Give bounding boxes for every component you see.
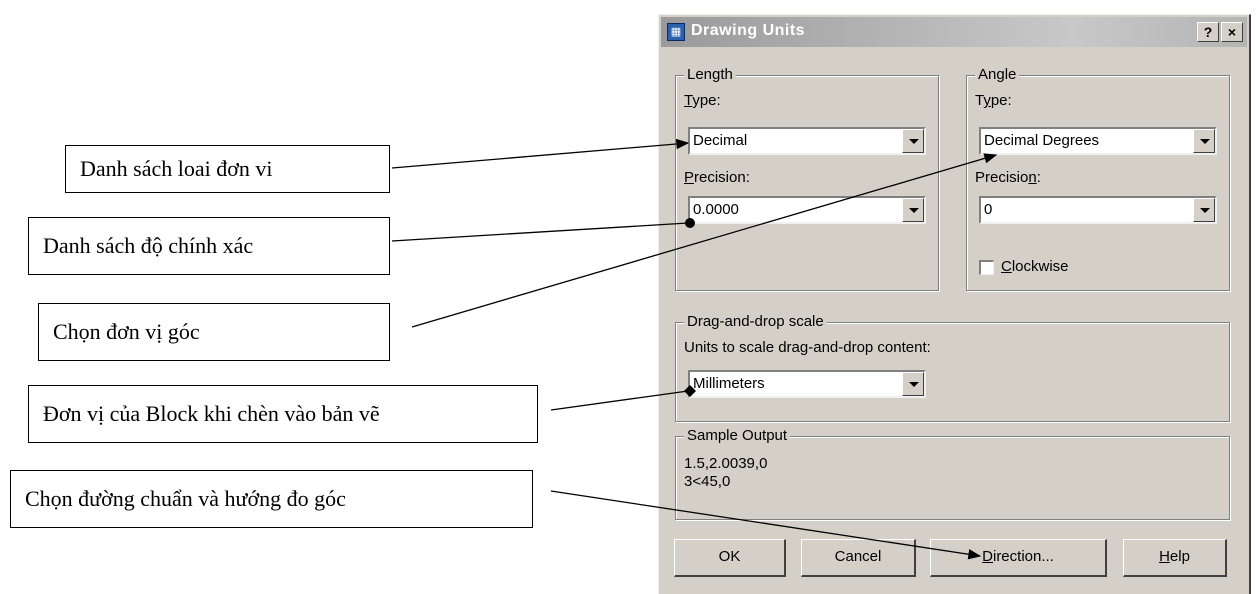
angle-precision-value: 0 [984, 201, 993, 218]
context-help-button[interactable]: ? [1197, 22, 1219, 42]
arrow-unit-type [391, 138, 690, 169]
drag-drop-legend: Drag-and-drop scale [684, 313, 827, 330]
drag-drop-units-value: Millimeters [693, 375, 765, 392]
chevron-down-icon[interactable] [1193, 198, 1215, 222]
angle-type-value: Decimal Degrees [984, 132, 1100, 149]
drawing-units-dialog: ▦ Drawing Units ? × Length Type: Decimal… [658, 14, 1251, 594]
chevron-down-icon[interactable] [902, 129, 924, 153]
drag-drop-scale-group: Drag-and-drop scale Units to scale drag-… [675, 313, 1230, 422]
clockwise-checkbox[interactable] [979, 260, 994, 275]
length-legend: Length [684, 66, 736, 83]
length-precision-select[interactable]: 0.0000 [688, 196, 926, 224]
length-group: Length Type: Decimal Precision: 0.0000 [675, 66, 939, 291]
angle-legend: Angle [975, 66, 1020, 83]
sample-output-line-1: 1.5,2.0039,0 [684, 455, 768, 472]
help-button[interactable]: Help [1123, 539, 1227, 577]
callout-direction: Chọn đường chuẩn và hướng đo góc [10, 470, 533, 528]
sample-output-legend: Sample Output [684, 427, 791, 444]
length-type-label: Type: [684, 92, 721, 109]
chevron-down-icon[interactable] [902, 372, 924, 396]
sample-output-group: Sample Output 1.5,2.0039,0 3<45,0 [675, 427, 1230, 520]
chevron-down-icon[interactable] [1193, 129, 1215, 153]
callout-angle-unit: Chọn đơn vị góc [38, 303, 390, 361]
length-type-select[interactable]: Decimal [688, 127, 926, 155]
app-icon: ▦ [667, 23, 685, 41]
ok-button[interactable]: OK [674, 539, 786, 577]
sample-output-line-2: 3<45,0 [684, 473, 731, 490]
drag-drop-units-select[interactable]: Millimeters [688, 370, 926, 398]
callout-unit-type-list: Danh sách loai đơn vi [65, 145, 390, 193]
cancel-button[interactable]: Cancel [801, 539, 916, 577]
length-precision-label: Precision: [684, 169, 750, 186]
angle-type-select[interactable]: Decimal Degrees [979, 127, 1217, 155]
angle-type-label: Type: [975, 92, 1012, 109]
length-type-value: Decimal [693, 132, 748, 149]
angle-group: Angle Type: Decimal Degrees Precision: 0… [966, 66, 1230, 291]
close-button[interactable]: × [1221, 22, 1243, 42]
chevron-down-icon[interactable] [902, 198, 924, 222]
length-precision-value: 0.0000 [693, 201, 739, 218]
arrow-precision [391, 222, 689, 242]
dialog-titlebar[interactable]: ▦ Drawing Units ? × [661, 17, 1247, 47]
angle-precision-select[interactable]: 0 [979, 196, 1217, 224]
drag-drop-units-label: Units to scale drag-and-drop content: [684, 339, 931, 356]
callout-precision-list: Danh sách độ chính xác [28, 217, 390, 275]
callout-block-unit: Đơn vị của Block khi chèn vào bản vẽ [28, 385, 538, 443]
direction-button[interactable]: Direction... [930, 539, 1107, 577]
clockwise-label[interactable]: Clockwise [1001, 258, 1069, 275]
dialog-title: Drawing Units [691, 22, 806, 39]
angle-precision-label: Precision: [975, 169, 1041, 186]
